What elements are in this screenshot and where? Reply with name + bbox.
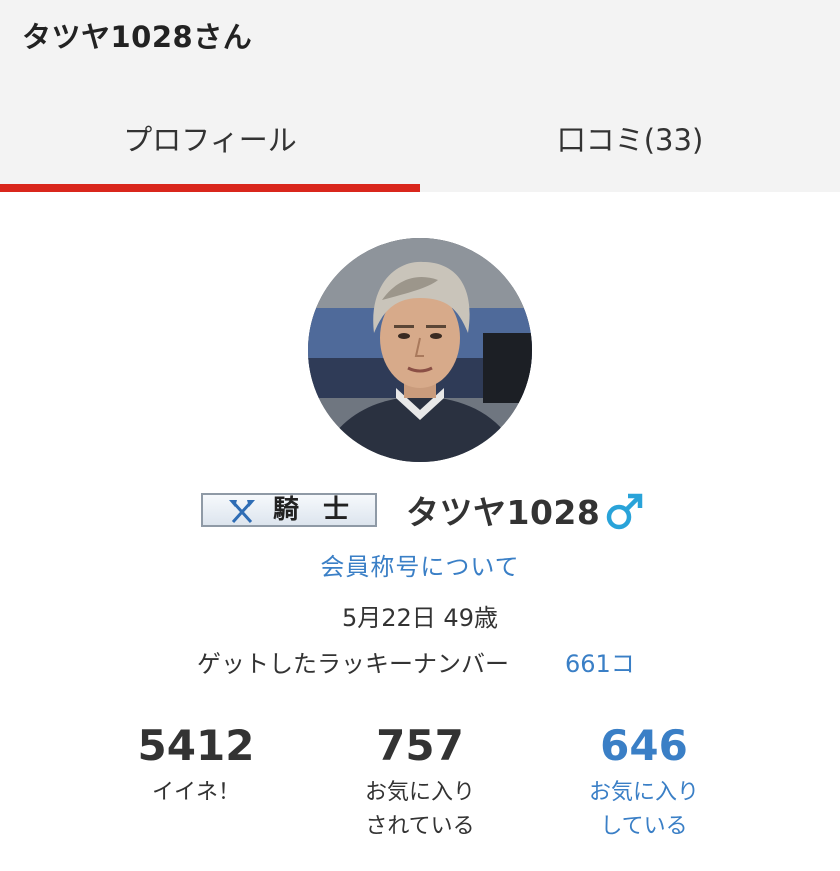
page-title: タツヤ1028さん — [22, 20, 253, 54]
favoriting-label-line1[interactable]: お気に入り — [544, 776, 744, 810]
rank-badge-label: 騎士 — [273, 495, 374, 525]
stat-favorited: 757 お気に入り されている — [320, 720, 520, 844]
birthday-age: 5月22日 49歳 — [342, 604, 498, 632]
username: タツヤ1028 — [406, 493, 601, 532]
member-title-link[interactable]: 会員称号について — [0, 547, 840, 582]
tab-reviews[interactable]: 口コミ(33) — [420, 84, 840, 192]
favorited-label-line2: されている — [365, 814, 475, 839]
favorited-label: お気に入り されている — [320, 776, 520, 844]
likes-count: 5412 — [137, 721, 255, 770]
stat-favoriting[interactable]: 646 お気に入り している — [544, 720, 744, 844]
tab-profile-label: プロフィール — [123, 123, 297, 157]
favoriting-label[interactable]: お気に入り している — [544, 776, 744, 844]
favoriting-count[interactable]: 646 — [544, 720, 744, 772]
favorited-count: 757 — [376, 721, 464, 770]
lucky-number-label: ゲットしたラッキーナンバー — [197, 650, 509, 678]
crossed-axes-icon — [229, 500, 255, 524]
active-tab-indicator — [0, 184, 420, 192]
top-bar: タツヤ1028さん プロフィール 口コミ(33) — [0, 0, 840, 192]
favoriting-label-line2[interactable]: している — [544, 810, 744, 844]
lucky-number-link[interactable]: 661コ — [565, 644, 635, 679]
stat-likes: 5412 イイネ！ — [96, 720, 296, 810]
avatar — [308, 238, 532, 462]
favorited-label-line1: お気に入り — [364, 780, 475, 805]
male-symbol-icon — [606, 493, 643, 530]
likes-label: イイネ！ — [151, 780, 240, 805]
profile-page: タツヤ1028さん プロフィール 口コミ(33) 騎士 タツヤ1028 会員称号… — [0, 0, 840, 871]
rank-badge: 騎士 — [201, 493, 377, 527]
tab-profile[interactable]: プロフィール — [0, 84, 420, 192]
tab-reviews-label: 口コミ(33) — [556, 123, 704, 157]
